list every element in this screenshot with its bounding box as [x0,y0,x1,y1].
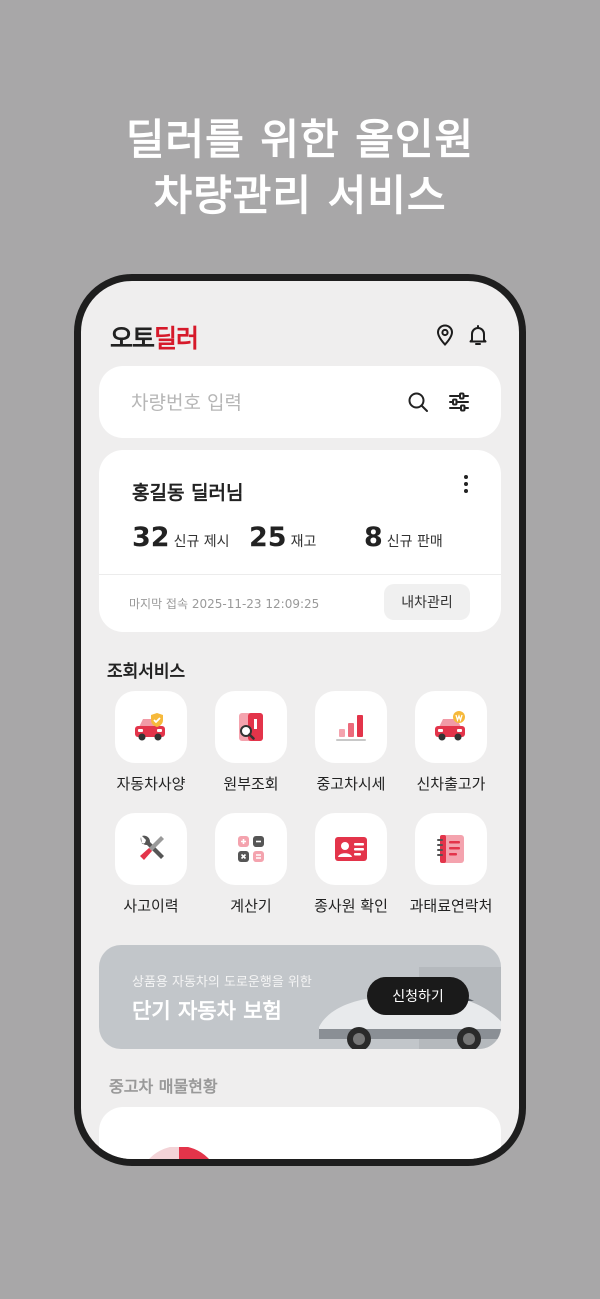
service-tile[interactable] [115,813,187,885]
inventory-card [99,1107,501,1159]
service-label: 과태료연락처 [409,897,493,915]
phone-frame: 오토딜러 홍길동 딜 [74,274,526,1166]
stat-label: 재고 [290,534,317,550]
service-label: 자동차사양 [116,775,186,793]
stat-label: 신규 판매 [386,534,443,550]
stat-value: 32 [132,522,170,553]
stat-inventory: 25 재고 [249,522,316,553]
service-fine-contact[interactable]: 과태료연락처 [401,813,501,916]
search-input[interactable] [131,388,381,418]
card-divider [99,574,501,575]
services-title: 조회서비스 [107,662,186,682]
app-screen: 오토딜러 홍길동 딜 [81,281,519,1159]
search-bar [99,366,501,438]
car-price-icon [435,711,465,741]
service-car-spec[interactable]: 자동차사양 [101,691,201,794]
service-label: 신차출고가 [416,775,486,793]
search-icon[interactable] [406,390,430,414]
wrench-screwdriver-icon [140,835,164,860]
stat-label: 신규 제시 [173,534,230,550]
bell-icon[interactable] [466,323,490,347]
id-card-icon [335,837,367,861]
service-label: 종사원 확인 [314,897,388,915]
service-tile[interactable] [315,813,387,885]
my-car-manage-button[interactable]: 내차관리 [384,584,470,620]
apply-button[interactable]: 신청하기 [367,977,469,1015]
promo-headline: 딜러를 위한 올인원 차량관리 서비스 [0,112,600,224]
last-login-text: 마지막 접속 2025-11-23 12:09:25 [129,597,320,611]
app-logo: 오토딜러 [110,319,199,355]
service-new-car-price[interactable]: 신차출고가 [401,691,501,794]
stat-new-sales: 8 신규 판매 [364,522,443,553]
service-tile[interactable] [415,813,487,885]
service-tile[interactable] [315,691,387,763]
top-bar: 오토딜러 [81,281,519,361]
car-spec-icon [135,713,165,741]
service-tile[interactable] [215,813,287,885]
service-tile[interactable] [215,691,287,763]
location-pin-icon[interactable] [433,323,457,347]
service-registry-lookup[interactable]: 원부조회 [201,691,301,794]
service-calculator[interactable]: 계산기 [201,813,301,916]
service-label: 계산기 [230,897,272,915]
stat-value: 25 [249,522,287,553]
logo-part1: 오토 [110,324,155,353]
promo-headline-line2: 차량관리 서비스 [153,171,447,220]
document-search-icon [239,713,263,741]
logo-part2: 딜러 [154,324,199,353]
service-tile[interactable] [415,691,487,763]
promo-headline-line1: 딜러를 위한 올인원 [125,115,475,164]
service-accident-history[interactable]: 사고이력 [101,813,201,916]
inventory-donut-chart [149,1147,209,1159]
service-used-car-price[interactable]: 중고차시세 [301,691,401,794]
stat-value: 8 [364,522,383,553]
calculator-icon [238,836,264,862]
stat-new-listing: 32 신규 제시 [132,522,230,553]
service-tile[interactable] [115,691,187,763]
service-employee-verify[interactable]: 종사원 확인 [301,813,401,916]
service-label: 중고차시세 [316,775,386,793]
dealer-card: 홍길동 딜러님 32 신규 제시 25 재고 8 신규 판매 마지막 접속 2025-… [99,450,501,632]
service-label: 사고이력 [123,897,179,915]
service-label: 원부조회 [223,775,279,793]
dealer-name: 홍길동 딜러님 [132,482,244,504]
insurance-banner[interactable]: 상품용 자동차의 도로운행을 위한 단기 자동차 보험 신청하기 [99,945,501,1049]
more-vertical-icon[interactable] [456,472,476,496]
inventory-title: 중고차 매물현황 [109,1077,218,1096]
banner-subtitle: 상품용 자동차의 도로운행을 위한 [132,975,312,990]
filter-icon[interactable] [447,390,471,414]
bar-chart-icon [336,715,366,741]
notebook-icon [437,835,464,863]
banner-title: 단기 자동차 보험 [132,999,282,1023]
